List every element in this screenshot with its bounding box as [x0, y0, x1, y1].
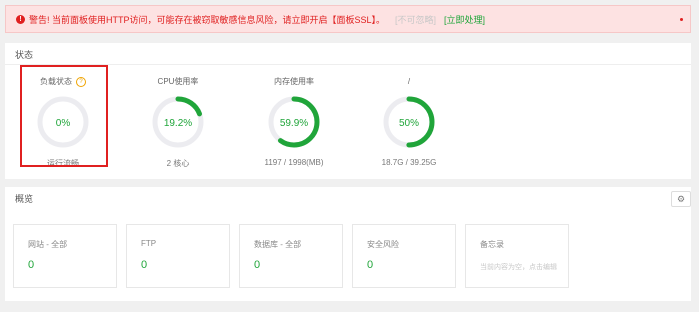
card-value[interactable]: 0	[28, 259, 34, 271]
gauge-value: 19.2%	[164, 118, 192, 129]
status-title: 状态	[15, 50, 34, 60]
gauge-title: 内存使用率	[274, 77, 314, 86]
warning-icon: !	[16, 14, 25, 24]
settings-button[interactable]: ⚙	[671, 191, 691, 207]
gauge-memory[interactable]: 内存使用率 59.9% 1197 / 1998(MB)	[244, 76, 344, 167]
gauge-footer: 2 核心	[166, 159, 190, 168]
card-value[interactable]: 0	[141, 259, 147, 271]
gauge-ring: 59.9%	[268, 96, 320, 148]
gauge-value: 50%	[399, 118, 419, 129]
card-databases[interactable]: 数据库 - 全部 0	[239, 224, 343, 288]
gauge-footer: 18.7G / 39.25G	[381, 158, 437, 167]
card-value[interactable]: 0	[367, 259, 373, 271]
alert-dot	[680, 18, 683, 21]
gauge-cpu[interactable]: CPU使用率 19.2% 2 核心	[128, 76, 228, 169]
fix-now-link[interactable]: [立即处理]	[444, 13, 485, 26]
gauge-ring: 19.2%	[152, 96, 204, 148]
gauge-value: 59.9%	[280, 118, 308, 129]
highlight-box	[20, 65, 108, 167]
gear-icon: ⚙	[676, 193, 686, 204]
card-label: 数据库 - 全部	[254, 240, 302, 249]
gauge-ring: 50%	[383, 96, 435, 148]
card-label: 网站 - 全部	[28, 240, 68, 249]
dismiss-link[interactable]: [不可忽略]	[395, 13, 436, 26]
card-websites[interactable]: 网站 - 全部 0	[13, 224, 117, 288]
card-security-risk[interactable]: 安全风险 0	[352, 224, 456, 288]
alert-bar: ! 警告! 当前面板使用HTTP访问，可能存在被窃取敏感信息风险，请立即开启【面…	[5, 5, 691, 33]
gauge-disk[interactable]: / 50% 18.7G / 39.25G	[359, 76, 459, 167]
gauge-title: CPU使用率	[157, 77, 199, 86]
overview-title: 概览	[15, 194, 34, 204]
card-label: 备忘录	[480, 240, 504, 249]
gauge-title: /	[407, 77, 411, 86]
card-ftp[interactable]: FTP 0	[126, 224, 230, 288]
gauge-footer: 1197 / 1998(MB)	[264, 158, 324, 167]
card-hint[interactable]: 当前内容为空，点击编辑	[480, 262, 557, 272]
alert-text: 警告! 当前面板使用HTTP访问，可能存在被窃取敏感信息风险，请立即开启【面板S…	[29, 14, 386, 25]
card-label: 安全风险	[367, 240, 399, 249]
card-memo[interactable]: 备忘录 当前内容为空，点击编辑	[465, 224, 569, 288]
card-label: FTP	[141, 239, 157, 248]
card-value[interactable]: 0	[254, 259, 260, 271]
